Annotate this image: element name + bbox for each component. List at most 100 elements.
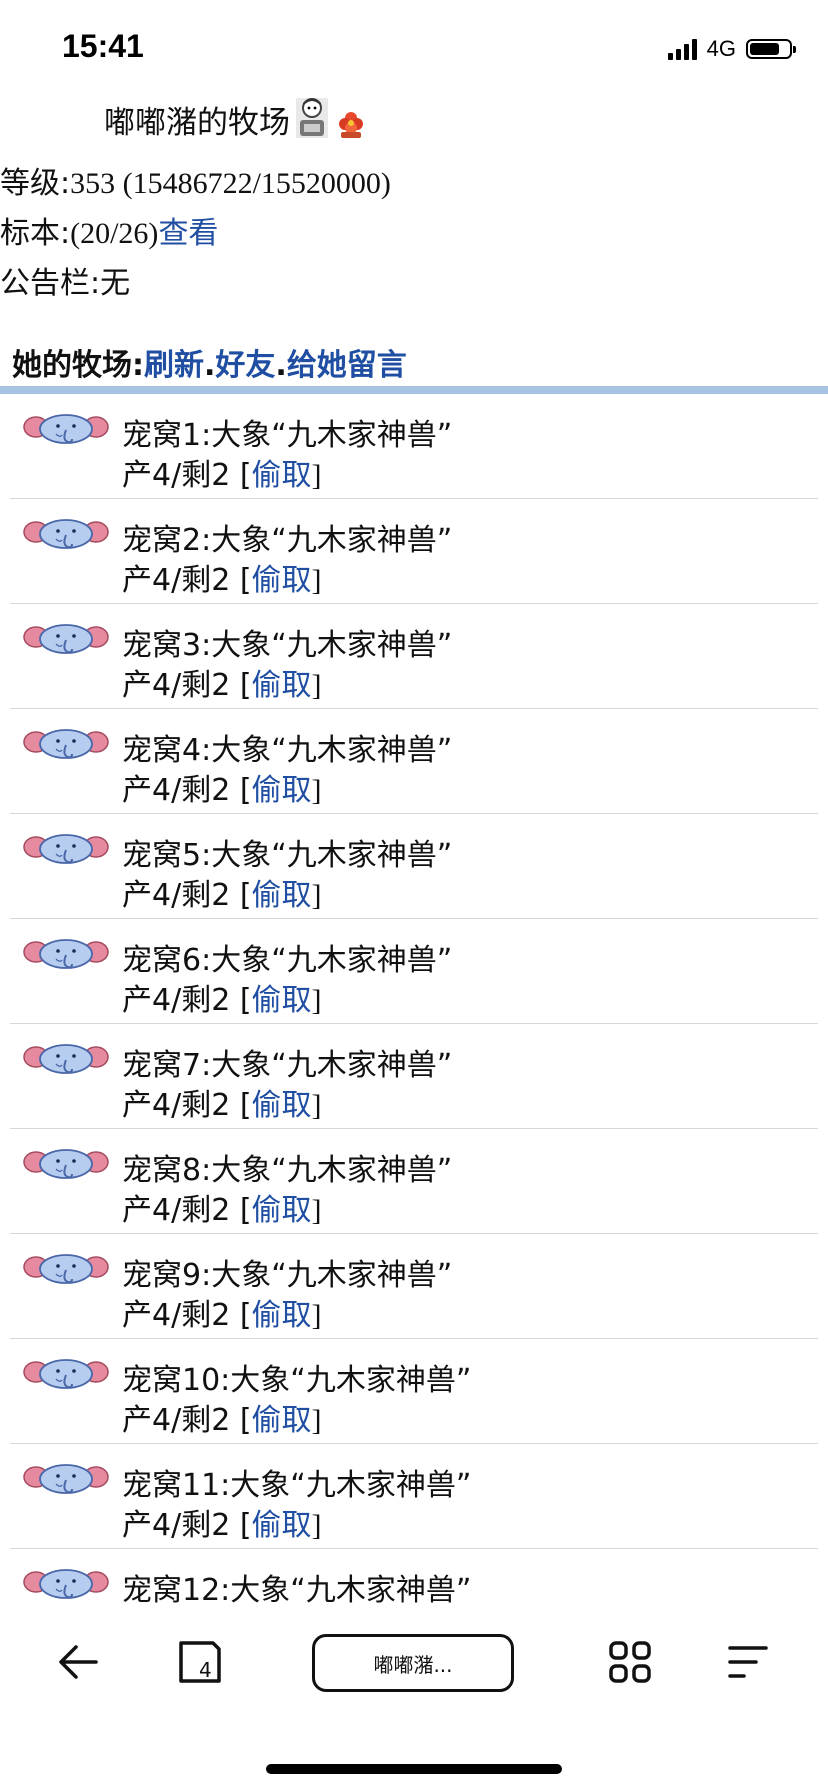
pen-status: 产4/剩2 [偷取] xyxy=(122,1500,322,1544)
steal-link[interactable]: 偷取 xyxy=(252,1508,312,1543)
status-indicators: 4G xyxy=(667,36,796,62)
elephant-icon xyxy=(23,519,109,549)
bracket-close: ] xyxy=(311,459,322,492)
specimen-line: 标本:(20/26)查看 xyxy=(0,208,218,252)
elephant-icon xyxy=(23,939,109,969)
elephant-icon xyxy=(23,1254,109,1284)
pen-row: 宠窝3:大象“九木家神兽” 产4/剩2 [偷取] xyxy=(10,604,818,709)
level-value: 353 (15486722/15520000) xyxy=(70,167,391,200)
tab-count: 4 xyxy=(199,1658,212,1682)
elephant-icon xyxy=(23,1149,109,1179)
menu-icon xyxy=(728,1646,768,1678)
pen-output: 产4/剩2 [ xyxy=(122,563,252,598)
elephant-icon xyxy=(23,1569,109,1599)
pen-row: 宠窝10:大象“九木家神兽” 产4/剩2 [偷取] xyxy=(10,1339,818,1444)
elephant-icon xyxy=(23,1359,109,1389)
pen-row: 宠窝4:大象“九木家神兽” 产4/剩2 [偷取] xyxy=(10,709,818,814)
leave-message-link[interactable]: 给她留言 xyxy=(287,348,407,383)
bracket-close: ] xyxy=(311,984,322,1017)
ranch-section-header: 她的牧场:刷新.好友.给她留言 xyxy=(12,340,407,384)
elephant-icon xyxy=(23,834,109,864)
apps-button[interactable] xyxy=(600,1632,660,1692)
notice-value: 无 xyxy=(100,266,131,301)
pen-row: 宠窝2:大象“九木家神兽” 产4/剩2 [偷取] xyxy=(10,499,818,604)
separator: . xyxy=(204,348,216,383)
back-arrow-icon xyxy=(59,1645,98,1679)
steal-link[interactable]: 偷取 xyxy=(252,1403,312,1438)
pen-title: 宠窝11:大象“九木家神兽” xyxy=(122,1468,472,1503)
pen-title: 宠窝12:大象“九木家神兽” xyxy=(122,1573,472,1604)
bracket-close: ] xyxy=(311,564,322,597)
bracket-close: ] xyxy=(311,1089,322,1122)
pen-status: 产4/剩2 [偷取] xyxy=(122,870,322,914)
steal-link[interactable]: 偷取 xyxy=(252,1088,312,1123)
steal-link[interactable]: 偷取 xyxy=(252,773,312,808)
bracket-close: ] xyxy=(311,774,322,807)
specimen-label: 标本: xyxy=(0,216,71,251)
pen-title: 宠窝3:大象“九木家神兽” xyxy=(122,628,453,663)
farm-title: 嘟嘟潴的牧场 xyxy=(104,94,366,142)
current-tab-pill[interactable]: 嘟嘟潴... xyxy=(312,1634,514,1692)
pen-title: 宠窝10:大象“九木家神兽” xyxy=(122,1363,472,1398)
pen-status: 产4/剩2 [偷取] xyxy=(122,1290,322,1334)
level-line: 等级:353 (15486722/15520000) xyxy=(0,158,391,202)
home-indicator xyxy=(266,1764,562,1774)
refresh-link[interactable]: 刷新 xyxy=(144,348,204,383)
level-label: 等级: xyxy=(0,166,71,201)
pen-title: 宠窝8:大象“九木家神兽” xyxy=(122,1153,453,1188)
pen-row: 宠窝1:大象“九木家神兽” 产4/剩2 [偷取] xyxy=(10,394,818,499)
steal-link[interactable]: 偷取 xyxy=(252,563,312,598)
separator: . xyxy=(275,348,287,383)
pen-title: 宠窝6:大象“九木家神兽” xyxy=(122,943,453,978)
steal-link[interactable]: 偷取 xyxy=(252,458,312,493)
elephant-icon xyxy=(23,624,109,654)
apps-grid-icon xyxy=(609,1641,651,1683)
pen-row: 宠窝12:大象“九木家神兽” 产4/剩2 [偷取] xyxy=(10,1549,818,1604)
pen-row: 宠窝8:大象“九木家神兽” 产4/剩2 [偷取] xyxy=(10,1129,818,1234)
bracket-close: ] xyxy=(311,1299,322,1332)
tabs-button[interactable]: 4 xyxy=(170,1632,230,1692)
bracket-close: ] xyxy=(311,1404,322,1437)
view-specimen-link[interactable]: 查看 xyxy=(158,216,218,251)
steal-link[interactable]: 偷取 xyxy=(252,668,312,703)
steal-link[interactable]: 偷取 xyxy=(252,983,312,1018)
bracket-close: ] xyxy=(311,669,322,702)
notice-label: 公告栏: xyxy=(0,266,101,301)
pen-output: 产4/剩2 [ xyxy=(122,773,252,808)
pen-output: 产4/剩2 [ xyxy=(122,983,252,1018)
menu-button[interactable] xyxy=(718,1632,778,1692)
pen-status: 产4/剩2 [偷取] xyxy=(122,1395,322,1439)
pen-row: 宠窝11:大象“九木家神兽” 产4/剩2 [偷取] xyxy=(10,1444,818,1549)
pen-title: 宠窝7:大象“九木家神兽” xyxy=(122,1048,453,1083)
pen-row: 宠窝9:大象“九木家神兽” 产4/剩2 [偷取] xyxy=(10,1234,818,1339)
back-button[interactable] xyxy=(48,1632,108,1692)
bracket-close: ] xyxy=(311,879,322,912)
friends-link[interactable]: 好友 xyxy=(215,348,275,383)
notice-line: 公告栏:无 xyxy=(0,258,130,302)
pen-output: 产4/剩2 [ xyxy=(122,1298,252,1333)
browser-toolbar: 4 嘟嘟潴... xyxy=(0,1604,828,1724)
pen-list[interactable]: 宠窝1:大象“九木家神兽” 产4/剩2 [偷取] 宠窝2:大象“九木家神兽” 产… xyxy=(10,394,818,1604)
bracket-close: ] xyxy=(311,1509,322,1542)
pen-status: 产4/剩2 [偷取] xyxy=(122,660,322,704)
steal-link[interactable]: 偷取 xyxy=(252,1193,312,1228)
battery-icon xyxy=(746,39,796,59)
bracket-close: ] xyxy=(311,1194,322,1227)
pen-output: 产4/剩2 [ xyxy=(122,1088,252,1123)
current-tab-title: 嘟嘟潴... xyxy=(373,1652,453,1677)
pen-status: 产4/剩2 [偷取] xyxy=(122,450,322,494)
section-divider xyxy=(0,386,828,394)
user-avatar-icon xyxy=(296,98,328,138)
pen-output: 产4/剩2 [ xyxy=(122,668,252,703)
elephant-icon xyxy=(23,414,109,444)
pen-title: 宠窝1:大象“九木家神兽” xyxy=(122,418,453,453)
pen-status: 产4/剩2 [偷取] xyxy=(122,555,322,599)
pen-row: 宠窝5:大象“九木家神兽” 产4/剩2 [偷取] xyxy=(10,814,818,919)
steal-link[interactable]: 偷取 xyxy=(252,1298,312,1333)
pen-output: 产4/剩2 [ xyxy=(122,1508,252,1543)
pen-title: 宠窝5:大象“九木家神兽” xyxy=(122,838,453,873)
pen-output: 产4/剩2 [ xyxy=(122,458,252,493)
flower-badge-icon xyxy=(339,112,363,138)
steal-link[interactable]: 偷取 xyxy=(252,878,312,913)
pen-output: 产4/剩2 [ xyxy=(122,878,252,913)
